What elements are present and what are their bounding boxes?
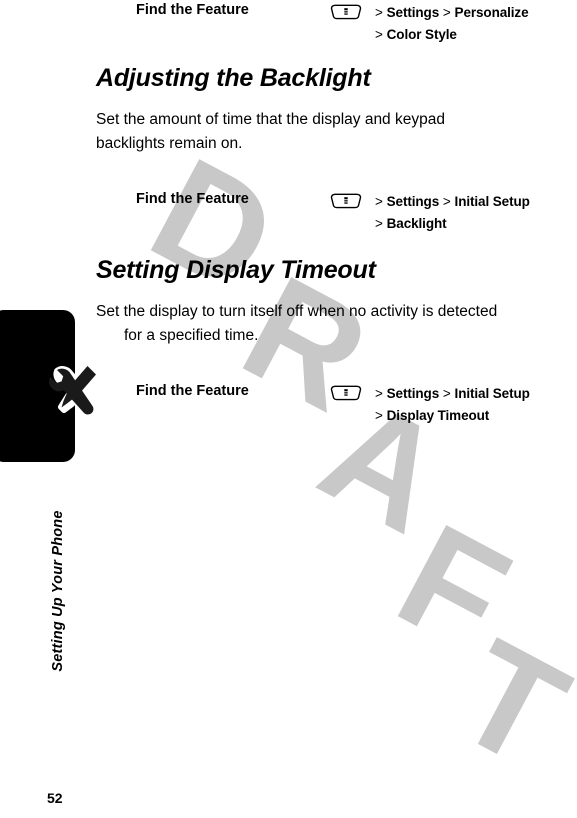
path-separator: > <box>442 5 451 20</box>
chapter-label: Setting Up Your Phone <box>50 510 66 672</box>
feature-path: > Settings > Initial Setup > Display Tim… <box>375 383 577 427</box>
find-the-feature-label: Find the Feature <box>136 383 249 399</box>
path-item: Initial Setup <box>454 386 530 401</box>
feature-path-line: > Settings > Initial Setup <box>375 383 577 405</box>
section-paragraph: Set the amount of time that the display … <box>96 108 577 156</box>
find-the-feature-label: Find the Feature <box>136 191 249 207</box>
path-item: Backlight <box>386 216 447 231</box>
find-the-feature-label: Find the Feature <box>136 2 249 18</box>
section-heading: Adjusting the Backlight <box>96 64 371 92</box>
feature-path-line: > Color Style <box>375 24 577 46</box>
feature-path-line: > Settings > Initial Setup <box>375 191 577 213</box>
menu-key-icon <box>329 384 363 402</box>
path-item: Display Timeout <box>386 408 490 423</box>
path-separator: > <box>375 408 383 423</box>
path-separator: > <box>375 216 383 231</box>
page-number: 52 <box>47 790 63 806</box>
feature-path-line: > Settings > Personalize <box>375 2 577 24</box>
menu-key-icon <box>329 192 363 210</box>
path-item: Color Style <box>386 27 457 42</box>
section-paragraph: Set the display to turn itself off when … <box>96 300 577 348</box>
path-item: Settings <box>386 386 440 401</box>
path-separator: > <box>375 194 383 209</box>
paragraph-line: backlights remain on. <box>96 135 243 152</box>
path-separator: > <box>375 5 383 20</box>
paragraph-line: Set the display to turn itself off when … <box>96 303 498 320</box>
menu-key-icon <box>329 3 363 21</box>
path-separator: > <box>442 194 451 209</box>
path-item: Settings <box>386 5 440 20</box>
path-item: Settings <box>386 194 440 209</box>
section-heading: Setting Display Timeout <box>96 256 376 284</box>
path-separator: > <box>375 386 383 401</box>
feature-path: > Settings > Initial Setup > Backlight <box>375 191 577 235</box>
feature-path-line: > Backlight <box>375 213 577 235</box>
path-item: Initial Setup <box>454 194 530 209</box>
path-separator: > <box>375 27 383 42</box>
paragraph-line: Set the amount of time that the display … <box>96 111 445 128</box>
paragraph-line: for a specified time. <box>124 327 259 344</box>
feature-path: > Settings > Personalize > Color Style <box>375 2 577 46</box>
tools-wrench-screwdriver-icon <box>44 357 104 417</box>
path-separator: > <box>442 386 451 401</box>
feature-path-line: > Display Timeout <box>375 405 577 427</box>
path-item: Personalize <box>454 5 529 20</box>
